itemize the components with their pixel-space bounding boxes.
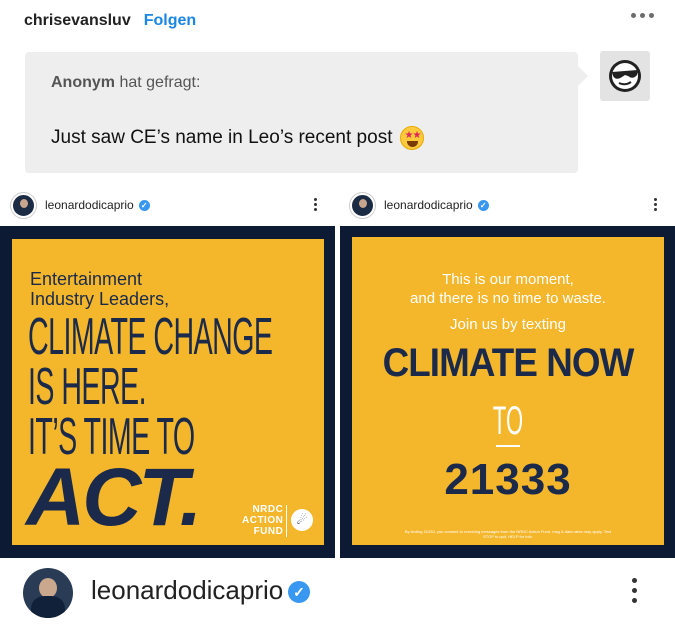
post-header: chrisevansluv Folgen (24, 9, 654, 33)
kebab-menu-icon[interactable] (314, 198, 317, 211)
poster-text-line: Join us by texting (450, 316, 566, 333)
poster-text-line: and there is no time to waste. (410, 290, 606, 307)
poster-gold-square: Entertainment Industry Leaders, CLIMATE … (12, 239, 324, 545)
follow-button[interactable]: Folgen (144, 12, 196, 30)
climate-poster-right[interactable]: This is our moment, and there is no time… (340, 226, 675, 558)
kebab-menu-icon[interactable] (654, 198, 657, 211)
poster-intro-line: Industry Leaders, (30, 289, 170, 309)
poster-fine-print: By texting 21333, you consent to receivi… (404, 529, 612, 539)
ig-username[interactable]: leonardodicaprio (45, 198, 134, 212)
ig-profile-row: leonardodicaprio ✓ (0, 560, 675, 630)
kebab-menu-icon[interactable] (632, 578, 637, 603)
ask-meta: Anonym hat gefragt: (51, 74, 200, 92)
sunglasses-face-icon (609, 60, 641, 92)
verified-badge-icon: ✓ (288, 581, 310, 603)
blog-name-link[interactable]: chrisevansluv (24, 12, 131, 30)
asked-label: hat gefragt: (119, 74, 201, 91)
poster-intro-line: Entertainment (30, 269, 143, 289)
poster-to: TO (492, 399, 524, 443)
poster-headline-line: IS HERE. (28, 358, 147, 416)
ig-avatar[interactable] (350, 192, 375, 218)
nrdc-logo-line: FUND (253, 526, 284, 537)
anonymous-avatar-icon[interactable] (600, 51, 650, 101)
climate-poster-left[interactable]: Entertainment Industry Leaders, CLIMATE … (0, 226, 335, 558)
poster-shortcode: 21333 (444, 455, 572, 504)
poster-headline-line: CLIMATE CHANGE (28, 308, 273, 366)
nrdc-logo-text: NRDC ACTION FUND (242, 504, 283, 537)
star-struck-emoji-icon: ★ ★ (400, 126, 425, 150)
nrdc-logo-line: NRDC (252, 504, 284, 515)
poster-to-underline (496, 445, 520, 447)
poster-intro: Entertainment Industry Leaders, (30, 269, 169, 309)
poster-text-line: This is our moment, (442, 271, 574, 288)
poster-keyword: CLIMATE NOW (382, 341, 635, 385)
verified-badge-icon: ✓ (138, 199, 150, 211)
logo-divider (286, 505, 287, 537)
ig-avatar[interactable] (11, 192, 36, 218)
poster-act-text: ACT. (26, 452, 202, 543)
ask-bubble: Anonym hat gefragt: Just saw CE’s name i… (25, 52, 588, 173)
asker-name: Anonym (51, 74, 115, 91)
ask-question: Just saw CE’s name in Leo’s recent post … (51, 126, 425, 150)
more-options-icon[interactable] (631, 13, 654, 18)
nrdc-logo-line: ACTION (242, 515, 284, 526)
nrdc-emblem-icon: ☄ (291, 509, 313, 531)
ig-avatar-large[interactable] (23, 568, 73, 618)
verified-badge-icon: ✓ (477, 199, 489, 211)
question-text: Just saw CE’s name in Leo’s recent post (51, 127, 393, 148)
ig-username[interactable]: leonardodicaprio (384, 198, 473, 212)
poster-gold-square: This is our moment, and there is no time… (352, 237, 664, 545)
ig-username-large[interactable]: leonardodicaprio (91, 575, 283, 606)
ig-post-header-left: leonardodicaprio ✓ (11, 190, 150, 220)
ig-post-header-right: leonardodicaprio ✓ (350, 190, 489, 220)
